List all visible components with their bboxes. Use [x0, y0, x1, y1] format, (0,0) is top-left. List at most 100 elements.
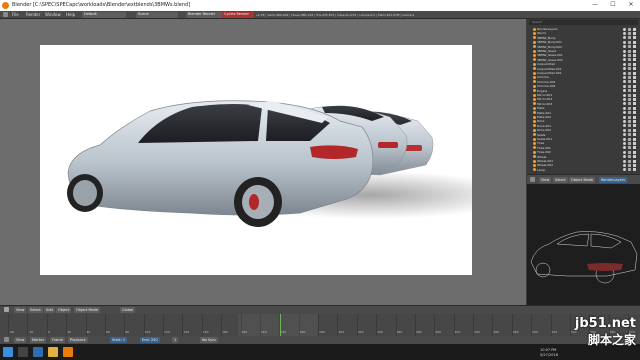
timeline-type-icon[interactable]: [4, 337, 9, 342]
render-camera-icon[interactable]: [633, 71, 636, 75]
outliner-item[interactable]: Wheel: [527, 155, 640, 159]
render-camera-icon[interactable]: [633, 84, 636, 88]
render-camera-icon[interactable]: [633, 146, 636, 150]
selectability-arrow-icon[interactable]: [628, 155, 631, 159]
visibility-eye-icon[interactable]: [623, 27, 626, 31]
selectability-arrow-icon[interactable]: [628, 53, 631, 57]
visibility-eye-icon[interactable]: [623, 84, 626, 88]
outliner-item[interactable]: Chrome: [527, 75, 640, 79]
visibility-eye-icon[interactable]: [623, 102, 626, 106]
outliner-item[interactable]: Tires: [527, 141, 640, 145]
selectability-arrow-icon[interactable]: [628, 124, 631, 128]
render-camera-icon[interactable]: [633, 80, 636, 84]
selectability-arrow-icon[interactable]: [628, 45, 631, 49]
render-camera-icon[interactable]: [633, 89, 636, 93]
outliner-item[interactable]: Chrome.001: [527, 80, 640, 84]
outliner-item[interactable]: Plate: [527, 106, 640, 110]
render-engine-selector[interactable]: Blender Render: [186, 12, 222, 18]
render-camera-icon[interactable]: [633, 27, 636, 31]
explorer-icon[interactable]: [48, 347, 58, 357]
render-camera-icon[interactable]: [633, 159, 636, 163]
visibility-eye-icon[interactable]: [623, 141, 626, 145]
cycles-render-button[interactable]: Cycles Render: [222, 12, 254, 18]
render-camera-icon[interactable]: [633, 155, 636, 159]
viewport-view-menu[interactable]: View: [14, 307, 27, 313]
render-camera-icon[interactable]: [633, 150, 636, 154]
outliner-item[interactable]: 3BMW_Glass.002: [527, 58, 640, 62]
outliner-item[interactable]: Plate.002: [527, 115, 640, 119]
outliner-item[interactable]: Rims: [527, 119, 640, 123]
visibility-eye-icon[interactable]: [623, 159, 626, 163]
outliner-item[interactable]: Seats.001: [527, 137, 640, 141]
render-camera-icon[interactable]: [633, 168, 636, 172]
outliner-item[interactable]: RenderLayers: [527, 27, 640, 31]
visibility-eye-icon[interactable]: [623, 115, 626, 119]
menu-render[interactable]: Render: [26, 12, 40, 17]
visibility-eye-icon[interactable]: [623, 106, 626, 110]
selectability-arrow-icon[interactable]: [628, 141, 631, 145]
outliner-item[interactable]: Lamp: [527, 168, 640, 172]
render-camera-icon[interactable]: [633, 128, 636, 132]
render-layer-selector[interactable]: RenderLayers: [599, 177, 628, 183]
visibility-eye-icon[interactable]: [623, 168, 626, 172]
outliner-item[interactable]: 3BMW_Glass: [527, 49, 640, 53]
current-frame-field[interactable]: 1: [172, 337, 179, 343]
editor-type-icon[interactable]: [3, 12, 8, 17]
visibility-eye-icon[interactable]: [623, 119, 626, 123]
outliner-item[interactable]: Rims.001: [527, 124, 640, 128]
selectability-arrow-icon[interactable]: [628, 137, 631, 141]
visibility-eye-icon[interactable]: [623, 89, 626, 93]
minimize-button[interactable]: —: [586, 1, 604, 10]
visibility-eye-icon[interactable]: [623, 53, 626, 57]
outliner-item[interactable]: Mirror.001: [527, 93, 640, 97]
outliner-item[interactable]: 3BMW_Body.002: [527, 45, 640, 49]
selectability-arrow-icon[interactable]: [628, 128, 631, 132]
selectability-arrow-icon[interactable]: [628, 36, 631, 40]
select-menu[interactable]: Select: [553, 177, 568, 183]
visibility-eye-icon[interactable]: [623, 133, 626, 137]
visibility-eye-icon[interactable]: [623, 80, 626, 84]
render-camera-icon[interactable]: [633, 75, 636, 79]
visibility-eye-icon[interactable]: [623, 45, 626, 49]
viewport-pivot-selector[interactable]: Global: [120, 307, 136, 313]
viewport-add-menu[interactable]: Add: [44, 307, 55, 313]
render-camera-icon[interactable]: [633, 58, 636, 62]
selectability-arrow-icon[interactable]: [628, 75, 631, 79]
outliner-item[interactable]: 3BMW_Body: [527, 36, 640, 40]
layout-selector[interactable]: Default: [82, 12, 126, 18]
editor-type-icon[interactable]: [530, 177, 535, 182]
visibility-eye-icon[interactable]: [623, 163, 626, 167]
outliner-item[interactable]: Tires.001: [527, 146, 640, 150]
render-camera-icon[interactable]: [633, 106, 636, 110]
start-icon[interactable]: [3, 347, 13, 357]
visibility-eye-icon[interactable]: [623, 146, 626, 150]
search-icon[interactable]: [18, 347, 28, 357]
outliner-item[interactable]: Mirror.002: [527, 97, 640, 101]
render-camera-icon[interactable]: [633, 102, 636, 106]
selectability-arrow-icon[interactable]: [628, 71, 631, 75]
visibility-eye-icon[interactable]: [623, 67, 626, 71]
viewport-object-menu[interactable]: Object: [56, 307, 72, 313]
outliner-item[interactable]: CarpaintSet.001: [527, 67, 640, 71]
render-camera-icon[interactable]: [633, 53, 636, 57]
selectability-arrow-icon[interactable]: [628, 159, 631, 163]
render-camera-icon[interactable]: [633, 133, 636, 137]
outliner-item[interactable]: World: [527, 31, 640, 35]
selectability-arrow-icon[interactable]: [628, 80, 631, 84]
selectability-arrow-icon[interactable]: [628, 133, 631, 137]
selectability-arrow-icon[interactable]: [628, 111, 631, 115]
camera-preview[interactable]: [527, 184, 640, 305]
visibility-eye-icon[interactable]: [623, 49, 626, 53]
menu-window[interactable]: Window: [45, 12, 61, 17]
outliner-search[interactable]: Search: [529, 20, 638, 25]
selectability-arrow-icon[interactable]: [628, 163, 631, 167]
selectability-arrow-icon[interactable]: [628, 119, 631, 123]
outliner-item[interactable]: Wheel.001: [527, 159, 640, 163]
selectability-arrow-icon[interactable]: [628, 27, 631, 31]
outliner-item[interactable]: 3BMW_Body.001: [527, 40, 640, 44]
visibility-eye-icon[interactable]: [623, 58, 626, 62]
selectability-arrow-icon[interactable]: [628, 40, 631, 44]
selectability-arrow-icon[interactable]: [628, 62, 631, 66]
timeline-marker-menu[interactable]: Marker: [30, 337, 47, 343]
render-camera-icon[interactable]: [633, 119, 636, 123]
